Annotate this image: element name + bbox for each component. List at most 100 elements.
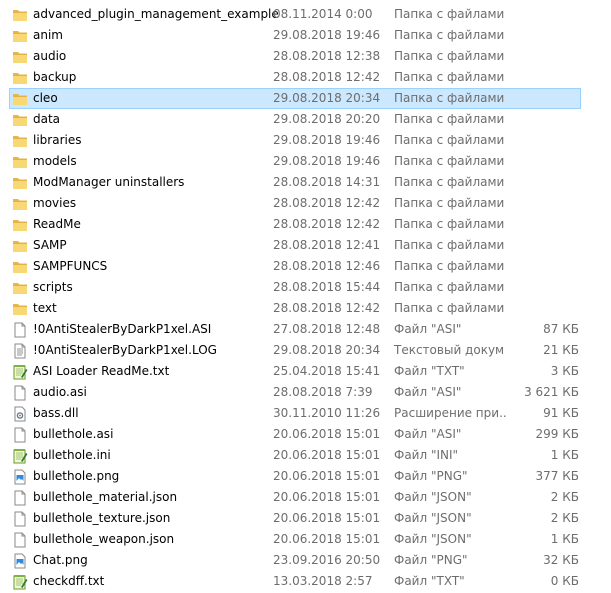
list-item[interactable]: audio 28.08.2018 12:38 Папка с файлами bbox=[9, 46, 581, 67]
date-modified: 20.06.2018 15:01 bbox=[273, 511, 381, 525]
date-modified: 29.08.2018 19:46 bbox=[273, 154, 381, 168]
file-size bbox=[508, 110, 579, 129]
file-icon bbox=[12, 427, 28, 443]
date-modified: 20.06.2018 15:01 bbox=[273, 427, 381, 441]
file-type: Файл "INI" bbox=[394, 448, 459, 462]
file-name: bullethole_weapon.json bbox=[33, 532, 175, 546]
file-size: 299 КБ bbox=[535, 427, 579, 441]
file-size: 2 КБ bbox=[550, 511, 579, 525]
file-type: Файл "TXT" bbox=[394, 574, 465, 588]
date-modified: 28.08.2018 12:42 bbox=[273, 196, 381, 210]
list-item[interactable]: ModManager uninstallers 28.08.2018 14:31 П… bbox=[9, 172, 581, 193]
file-name: bullethole.asi bbox=[33, 427, 114, 441]
file-type: Папка с файлами bbox=[394, 7, 505, 21]
date-modified: 28.08.2018 12:42 bbox=[273, 70, 381, 84]
folder-icon bbox=[12, 280, 28, 296]
file-type: Папка с файлами bbox=[394, 91, 505, 105]
list-item[interactable]: cleo 29.08.2018 20:34 Папка с файлами bbox=[9, 88, 581, 109]
list-item[interactable]: bullethole.png 20.06.2018 15:01 Файл "PNG"… bbox=[9, 466, 581, 487]
file-name: movies bbox=[33, 196, 77, 210]
file-size: 91 КБ bbox=[543, 406, 579, 420]
list-item[interactable]: backup 28.08.2018 12:42 Папка с файлами bbox=[9, 67, 581, 88]
file-type: Файл "TXT" bbox=[394, 364, 465, 378]
file-type: Папка с файлами bbox=[394, 280, 505, 294]
file-size bbox=[508, 278, 579, 297]
folder-icon bbox=[12, 91, 28, 107]
file-icon bbox=[12, 385, 28, 401]
folder-icon bbox=[12, 28, 28, 44]
file-name: audio.asi bbox=[33, 385, 87, 399]
image-file-icon bbox=[12, 469, 28, 485]
file-name: bullethole_material.json bbox=[33, 490, 178, 504]
file-type: Текстовый докум bbox=[394, 343, 505, 357]
date-modified: 28.08.2018 12:42 bbox=[273, 217, 381, 231]
date-modified: 29.08.2018 20:20 bbox=[273, 112, 381, 126]
date-modified: 29.08.2018 19:46 bbox=[273, 133, 381, 147]
list-item[interactable]: text 28.08.2018 12:42 Папка с файлами bbox=[9, 298, 581, 319]
file-icon bbox=[12, 322, 28, 338]
file-size: 1 КБ bbox=[550, 448, 579, 462]
list-item[interactable]: ASI Loader ReadMe.txt 25.04.2018 15:41 Фай… bbox=[9, 361, 581, 382]
file-name: SAMPFUNCS bbox=[33, 259, 108, 273]
list-item[interactable]: libraries 29.08.2018 19:46 Папка с файлами bbox=[9, 130, 581, 151]
file-type: Папка с файлами bbox=[394, 28, 505, 42]
list-item[interactable]: data 29.08.2018 20:20 Папка с файлами bbox=[9, 109, 581, 130]
text-document-icon bbox=[12, 343, 28, 359]
file-name: bullethole.png bbox=[33, 469, 120, 483]
list-item[interactable]: SAMPFUNCS 28.08.2018 12:46 Папка с файлами bbox=[9, 256, 581, 277]
list-item[interactable]: bullethole_texture.json 20.06.2018 15:01 Ф… bbox=[9, 508, 581, 529]
list-item[interactable]: scripts 28.08.2018 15:44 Папка с файлами bbox=[9, 277, 581, 298]
file-name: anim bbox=[33, 28, 63, 42]
file-size: 2 КБ bbox=[550, 490, 579, 504]
file-type: Файл "ASI" bbox=[394, 385, 462, 399]
list-item[interactable]: bass.dll 30.11.2010 11:26 Расширение при..… bbox=[9, 403, 581, 424]
file-size bbox=[508, 257, 579, 276]
list-item[interactable]: anim 29.08.2018 19:46 Папка с файлами bbox=[9, 25, 581, 46]
file-type: Файл "JSON" bbox=[394, 511, 472, 525]
list-item[interactable]: models 29.08.2018 19:46 Папка с файлами bbox=[9, 151, 581, 172]
file-size: 0 КБ bbox=[550, 574, 579, 588]
notepad-plus-icon bbox=[12, 364, 28, 380]
file-type: Файл "JSON" bbox=[394, 532, 472, 546]
list-item[interactable]: !0AntiStealerByDarkP1xel.ASI 27.08.2018 1… bbox=[9, 319, 581, 340]
date-modified: 25.04.2018 15:41 bbox=[273, 364, 381, 378]
date-modified: 27.08.2018 12:48 bbox=[273, 322, 381, 336]
file-size: 32 КБ bbox=[543, 553, 579, 567]
file-size bbox=[508, 5, 579, 24]
file-type: Файл "JSON" bbox=[394, 490, 472, 504]
file-type: Расширение при... bbox=[394, 406, 506, 420]
list-item[interactable]: !0AntiStealerByDarkP1xel.LOG 29.08.2018 2… bbox=[9, 340, 581, 361]
list-item[interactable]: advanced_plugin_management_example 08.11.… bbox=[9, 4, 581, 25]
list-item[interactable]: bullethole.asi 20.06.2018 15:01 Файл "ASI"… bbox=[9, 424, 581, 445]
file-name: cleo bbox=[33, 91, 58, 105]
file-type: Папка с файлами bbox=[394, 259, 505, 273]
list-item[interactable]: Chat.png 23.09.2016 20:50 Файл "PNG" 32 КБ bbox=[9, 550, 581, 571]
file-type: Папка с файлами bbox=[394, 70, 505, 84]
list-item[interactable]: bullethole_material.json 20.06.2018 15:01… bbox=[9, 487, 581, 508]
file-name: !0AntiStealerByDarkP1xel.ASI bbox=[33, 322, 212, 336]
folder-icon bbox=[12, 112, 28, 128]
file-name: data bbox=[33, 112, 61, 126]
date-modified: 08.11.2014 0:00 bbox=[273, 7, 373, 21]
date-modified: 23.09.2016 20:50 bbox=[273, 553, 381, 567]
date-modified: 28.08.2018 14:31 bbox=[273, 175, 381, 189]
list-item[interactable]: bullethole_weapon.json 20.06.2018 15:01 Фа… bbox=[9, 529, 581, 550]
list-item[interactable]: ReadMe 28.08.2018 12:42 Папка с файлами bbox=[9, 214, 581, 235]
folder-icon bbox=[12, 238, 28, 254]
list-item[interactable]: audio.asi 28.08.2018 7:39 Файл "ASI" 3 621 … bbox=[9, 382, 581, 403]
list-item[interactable]: bullethole.ini 20.06.2018 15:01 Файл "INI"… bbox=[9, 445, 581, 466]
list-item[interactable]: SAMP 28.08.2018 12:41 Папка с файлами bbox=[9, 235, 581, 256]
list-item[interactable]: movies 28.08.2018 12:42 Папка с файлами bbox=[9, 193, 581, 214]
file-type: Папка с файлами bbox=[394, 154, 505, 168]
folder-icon bbox=[12, 7, 28, 23]
list-item[interactable]: checkdff.txt 13.03.2018 2:57 Файл "TXT" 0 К… bbox=[9, 571, 581, 592]
date-modified: 13.03.2018 2:57 bbox=[273, 574, 373, 588]
file-type: Папка с файлами bbox=[394, 112, 505, 126]
date-modified: 20.06.2018 15:01 bbox=[273, 448, 381, 462]
file-size bbox=[508, 299, 579, 318]
file-name: !0AntiStealerByDarkP1xel.LOG bbox=[33, 343, 217, 357]
file-size bbox=[508, 26, 579, 45]
file-name: advanced_plugin_management_example bbox=[33, 7, 278, 21]
file-type: Папка с файлами bbox=[394, 49, 505, 63]
file-size bbox=[508, 152, 579, 171]
